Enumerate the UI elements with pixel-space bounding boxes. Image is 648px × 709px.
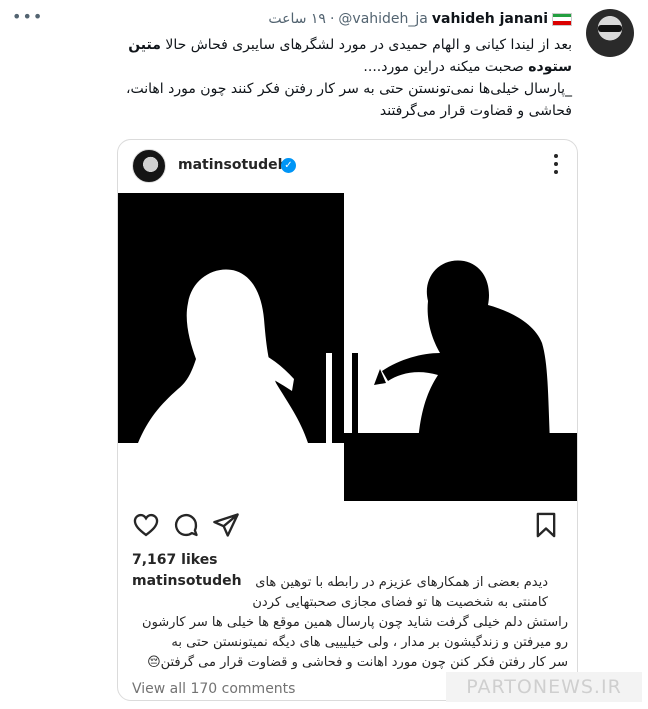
heart-icon[interactable] [132, 511, 160, 539]
post-actions [118, 511, 577, 541]
likes-count[interactable]: 7,167 likes [132, 552, 218, 568]
user-avatar[interactable] [586, 9, 634, 57]
tweet-header: ۱۹ ساعت · @vahideh_ja vahideh janani [268, 8, 572, 30]
caption-line-1: دیدم بعضی از همکارهای عزیزم در رابطه با … [255, 575, 548, 590]
caption-line-2: کامنتی به شخصیت ها تو فضای مجازی صحبتهای… [252, 595, 548, 610]
caption-line-4: رو میرفتن و زندگیشون بر مدار ، ولی خیلیی… [171, 635, 568, 650]
tweet-text-bold-surname: ستوده [528, 59, 572, 75]
site-watermark: PARTONEWS.IR [446, 672, 642, 702]
view-all-comments-link[interactable]: View all 170 comments [132, 681, 295, 697]
instagram-post-header: matinsotudeh ✓ [118, 140, 577, 192]
caption-line-5: سر کار رفتن فکر کنن چون مورد اهانت و فحا… [147, 655, 568, 670]
tweet-text-line-2: صحبت میکنه دراین مورد.... [363, 59, 524, 75]
separator-dot: · [329, 11, 335, 27]
embedded-instagram-post[interactable]: matinsotudeh ✓ 7,167 likes matinsotudeh … [117, 139, 578, 701]
verified-badge-icon: ✓ [281, 158, 296, 173]
caption-line-3: راستش دلم خیلی گرفت شاید چون پارسال همین… [142, 615, 568, 630]
iran-flag-icon [552, 12, 572, 26]
tweet-text: بعد از لیندا کیانی و الهام حمیدی در مورد… [12, 34, 572, 122]
tweet-text-line-3: _پارسال خیلی‌ها نمی‌تونستن حتی به سر کار… [125, 81, 572, 97]
tweet-text-bold-name: متین [128, 37, 161, 53]
post-image[interactable] [118, 193, 578, 501]
display-name[interactable]: vahideh janani [432, 11, 548, 27]
tweet-text-line-4: فحاشی و قضاوت قرار می‌گرفتند [379, 103, 572, 119]
comment-icon[interactable] [172, 511, 200, 539]
instagram-avatar[interactable] [132, 149, 166, 183]
kebab-menu-icon[interactable] [553, 154, 559, 174]
user-handle[interactable]: @vahideh_ja [338, 11, 427, 27]
instagram-username[interactable]: matinsotudeh [178, 157, 288, 173]
share-icon[interactable] [212, 511, 240, 539]
tweet-time[interactable]: ۱۹ ساعت [268, 11, 326, 27]
bookmark-icon[interactable] [532, 511, 560, 539]
post-caption: دیدم بعضی از همکارهای عزیزم در رابطه با … [128, 573, 568, 673]
tweet[interactable]: ••• ۱۹ ساعت · @vahideh_ja vahideh janani… [0, 0, 648, 709]
tweet-text-line-1: بعد از لیندا کیانی و الهام حمیدی در مورد… [165, 37, 572, 53]
more-options-icon[interactable]: ••• [12, 9, 42, 25]
